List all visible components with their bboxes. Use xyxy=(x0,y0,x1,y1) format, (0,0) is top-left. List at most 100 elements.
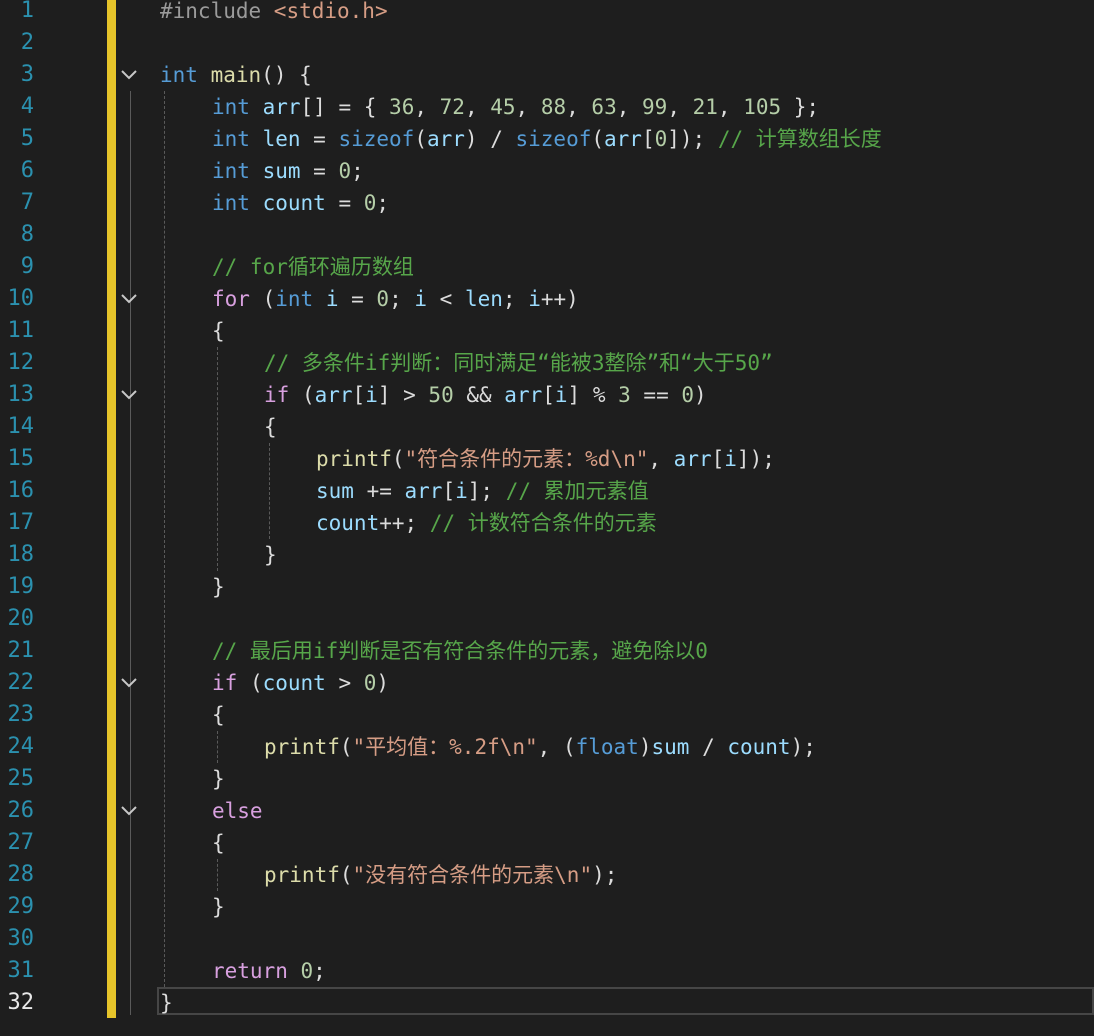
code-token: ( xyxy=(339,735,353,759)
code-token: ( xyxy=(237,671,263,695)
code-token: sum xyxy=(262,159,301,183)
line-number: 1 xyxy=(20,0,34,23)
code-line[interactable]: 16 sum += arr[i]; // 累加元素值 xyxy=(0,475,1094,507)
code-token: 50 xyxy=(428,383,454,407)
line-number: 24 xyxy=(7,734,35,759)
code-line[interactable]: 18} xyxy=(0,539,1094,571)
code-line[interactable]: 22 if (count > 0) xyxy=(0,667,1094,699)
code-line[interactable]: 14 { xyxy=(0,411,1094,443)
code-token: ; xyxy=(313,959,326,983)
code-token: 105 xyxy=(743,95,782,119)
code-token: 99 xyxy=(642,95,668,119)
code-token: 0 xyxy=(681,383,695,407)
code-token: ( xyxy=(249,287,276,311)
code-token: count xyxy=(727,735,791,759)
line-number: 7 xyxy=(20,190,34,215)
code-token: 0 xyxy=(654,127,668,151)
line-code: for (int i = 0; i < len; i++) xyxy=(212,283,579,315)
code-line[interactable]: 28 printf("没有符合条件的元素\n"); xyxy=(0,859,1094,891)
line-code: // for循环遍历数组 xyxy=(212,251,414,283)
code-line[interactable]: 11 { xyxy=(0,315,1094,347)
code-line[interactable]: 1 #include <stdio.h> xyxy=(0,0,1094,27)
line-code: { xyxy=(212,315,225,347)
code-line[interactable]: 23 { xyxy=(0,699,1094,731)
fold-chevron-icon[interactable] xyxy=(119,291,139,307)
code-line[interactable]: 17 count++; // 计数符合条件的元素 xyxy=(0,507,1094,539)
fold-chevron-icon[interactable] xyxy=(119,387,139,403)
code-line[interactable]: 5 int len = sizeof(arr) / sizeof(arr[0]);… xyxy=(0,123,1094,155)
code-token: // 最后用if判断是否有符合条件的元素，避免除以0 xyxy=(212,639,708,663)
code-token: printf xyxy=(316,447,392,471)
code-line[interactable]: 32} xyxy=(0,987,1094,1019)
code-line[interactable]: 29} xyxy=(0,891,1094,923)
code-token: ]; xyxy=(467,479,506,503)
code-token: "没有符合条件的元素\n" xyxy=(352,863,593,887)
line-number: 8 xyxy=(20,222,34,247)
line-code: int sum = 0; xyxy=(212,155,364,187)
fold-chevron-icon[interactable] xyxy=(119,67,139,83)
code-token: printf xyxy=(264,735,340,759)
code-line[interactable]: 24 printf("平均值：%.2f\n", (float)sum / coun… xyxy=(0,731,1094,763)
code-line[interactable]: 25} xyxy=(0,763,1094,795)
code-token: == xyxy=(630,383,682,407)
line-number: 23 xyxy=(7,702,35,727)
code-token: 36 xyxy=(389,95,415,119)
line-code: printf("平均值：%.2f\n", (float)sum / count)… xyxy=(264,731,816,763)
code-line[interactable]: 7 int count = 0; xyxy=(0,187,1094,219)
code-line[interactable]: 15 printf("符合条件的元素：%d\n", arr[i]); xyxy=(0,443,1094,475)
code-token: += xyxy=(353,479,405,503)
code-token: } xyxy=(264,543,277,567)
line-code: if (count > 0) xyxy=(212,667,389,699)
line-code: int main() { xyxy=(160,59,312,91)
line-number: 15 xyxy=(7,446,35,471)
code-token: ; xyxy=(389,287,415,311)
code-line[interactable]: 30 xyxy=(0,923,1094,955)
code-token: ]); xyxy=(736,447,775,471)
code-token: for xyxy=(212,287,250,311)
line-code: return 0; xyxy=(212,955,326,987)
code-token: { xyxy=(212,831,225,855)
code-line[interactable]: 13 if (arr[i] > 50 && arr[i] % 3 == 0) xyxy=(0,379,1094,411)
code-token: ; xyxy=(351,159,364,183)
code-token: ) xyxy=(694,383,707,407)
line-code: } xyxy=(212,891,225,923)
code-token: { xyxy=(212,703,225,727)
code-token: <stdio.h> xyxy=(273,0,388,23)
code-token: arr xyxy=(504,383,543,407)
code-token: i xyxy=(528,287,541,311)
code-line[interactable]: 26 else xyxy=(0,795,1094,827)
code-line[interactable]: 10 for (int i = 0; i < len; i++) xyxy=(0,283,1094,315)
code-line[interactable]: 9 // for循环遍历数组 xyxy=(0,251,1094,283)
code-token: 0 xyxy=(338,159,352,183)
code-token: arr xyxy=(426,127,465,151)
code-line[interactable]: 6 int sum = 0; xyxy=(0,155,1094,187)
code-line[interactable]: 27 { xyxy=(0,827,1094,859)
code-editor[interactable]: 1 #include <stdio.h> 2 3 int main() {4 int ar… xyxy=(0,0,1094,1036)
line-number: 12 xyxy=(7,350,35,375)
line-code: sum += arr[i]; // 累加元素值 xyxy=(316,475,649,507)
fold-chevron-icon[interactable] xyxy=(119,803,139,819)
code-token: ( xyxy=(339,863,353,887)
code-token: 45 xyxy=(490,95,516,119)
line-code: } xyxy=(212,763,225,795)
code-token: ) xyxy=(638,735,652,759)
code-line[interactable]: 20 xyxy=(0,603,1094,635)
code-line[interactable]: 31 return 0; xyxy=(0,955,1094,987)
code-token: ++) xyxy=(540,287,579,311)
code-line[interactable]: 4 int arr[] = { 36, 72, 45, 88, 63, 99, 2… xyxy=(0,91,1094,123)
code-line[interactable]: 3 int main() { xyxy=(0,59,1094,91)
code-token: i xyxy=(554,383,568,407)
code-token: , xyxy=(717,95,744,119)
code-line[interactable]: 21 // 最后用if判断是否有符合条件的元素，避免除以0 xyxy=(0,635,1094,667)
code-line[interactable]: 12 // 多条件if判断：同时满足“能被3整除”和“大于50” xyxy=(0,347,1094,379)
line-number: 3 xyxy=(20,62,34,87)
code-line[interactable]: 2 xyxy=(0,27,1094,59)
code-line[interactable]: 8 xyxy=(0,219,1094,251)
code-line[interactable]: 19} xyxy=(0,571,1094,603)
code-token: = xyxy=(300,159,339,183)
fold-chevron-icon[interactable] xyxy=(119,675,139,691)
line-number: 5 xyxy=(20,126,34,151)
